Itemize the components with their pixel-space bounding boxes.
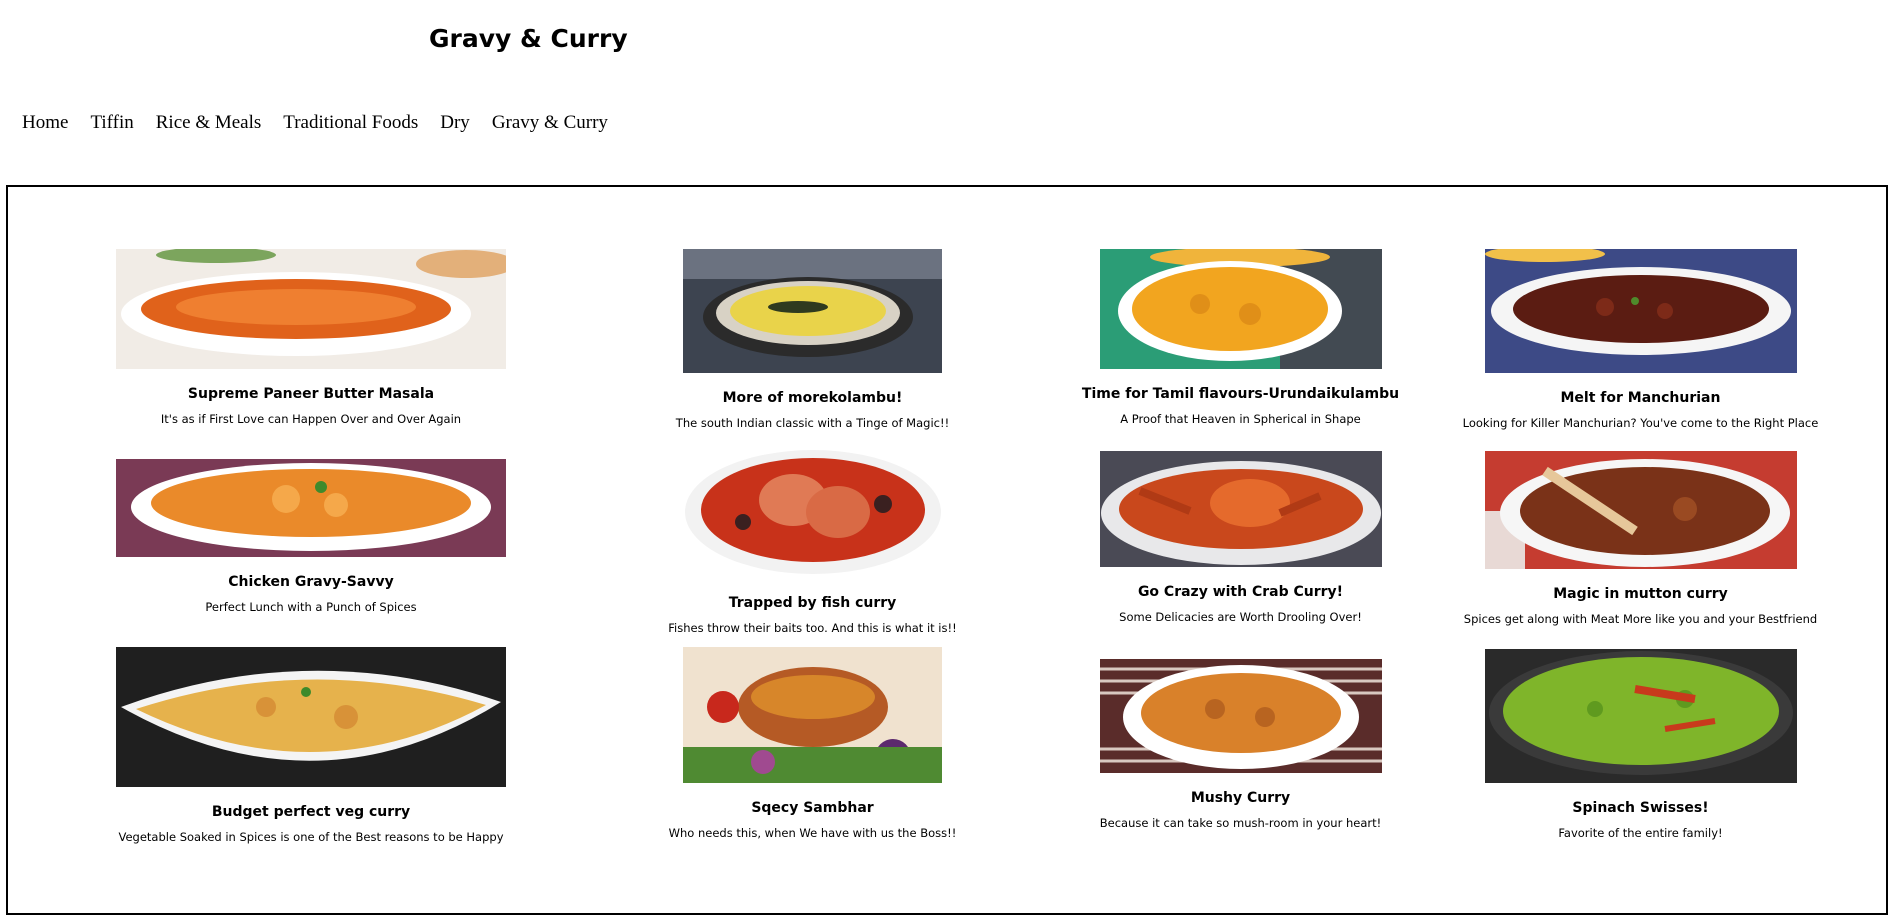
dish-photo: [1484, 249, 1797, 373]
dish-card[interactable]: Mushy Curry Because it can take so mush-…: [1053, 659, 1428, 830]
dish-description: Looking for Killer Manchurian? You've co…: [1462, 416, 1819, 430]
dish-description: Perfect Lunch with a Punch of Spices: [205, 600, 417, 614]
dish-description: Because it can take so mush-room in your…: [1099, 816, 1382, 830]
dish-photo: [1099, 451, 1382, 567]
dish-card[interactable]: Go Crazy with Crab Curry! Some Delicacie…: [1053, 451, 1428, 624]
dish-photo: [683, 442, 942, 578]
dish-photo: [683, 249, 942, 373]
dish-description: Who needs this, when We have with us the…: [668, 826, 957, 840]
main-nav: Home Tiffin Rice & Meals Traditional Foo…: [22, 112, 630, 134]
dish-card[interactable]: Sqecy Sambhar Who needs this, when We ha…: [640, 647, 985, 840]
dish-description: The south Indian classic with a Tinge of…: [675, 416, 950, 430]
dish-title: Mushy Curry: [1190, 790, 1291, 806]
dish-description: It's as if First Love can Happen Over an…: [160, 412, 462, 426]
dish-photo: [1484, 451, 1797, 569]
dish-card[interactable]: Time for Tamil flavours-Urundaikulambu A…: [1053, 249, 1428, 426]
dish-title: Budget perfect veg curry: [211, 804, 411, 820]
dish-title: Magic in mutton curry: [1553, 586, 1728, 602]
dish-photo: [683, 647, 942, 783]
dish-description: Spices get along with Meat More like you…: [1463, 612, 1818, 626]
dish-photo: [116, 249, 506, 369]
nav-rice-meals[interactable]: Rice & Meals: [156, 112, 262, 134]
nav-dry[interactable]: Dry: [440, 112, 470, 134]
dish-photo: [116, 459, 506, 557]
nav-traditional-foods[interactable]: Traditional Foods: [283, 112, 418, 134]
dish-photo: [1099, 249, 1382, 369]
dish-photo: [1484, 649, 1797, 783]
dish-description: A Proof that Heaven in Spherical in Shap…: [1120, 412, 1361, 426]
dish-title: Supreme Paneer Butter Masala: [187, 386, 435, 402]
dish-title: More of morekolambu!: [722, 390, 903, 406]
dish-card[interactable]: Chicken Gravy-Savvy Perfect Lunch with a…: [116, 459, 506, 614]
dish-card[interactable]: Spinach Swisses! Favorite of the entire …: [1448, 649, 1833, 840]
dish-card[interactable]: Supreme Paneer Butter Masala It's as if …: [116, 249, 506, 426]
dish-card[interactable]: Melt for Manchurian Looking for Killer M…: [1448, 249, 1833, 430]
dish-photo: [1099, 659, 1382, 773]
dish-description: Vegetable Soaked in Spices is one of the…: [118, 830, 504, 844]
dish-title: Trapped by fish curry: [728, 595, 897, 611]
nav-home[interactable]: Home: [22, 112, 68, 134]
dish-card[interactable]: More of morekolambu! The south Indian cl…: [640, 249, 985, 430]
dish-card[interactable]: Trapped by fish curry Fishes throw their…: [640, 442, 985, 635]
site-title: Gravy & Curry: [429, 24, 628, 53]
dish-description: Fishes throw their baits too. And this i…: [668, 621, 957, 635]
dish-title: Time for Tamil flavours-Urundaikulambu: [1081, 386, 1400, 402]
dish-card[interactable]: Budget perfect veg curry Vegetable Soake…: [116, 647, 506, 844]
dish-title: Chicken Gravy-Savvy: [228, 574, 394, 590]
dish-description: Favorite of the entire family!: [1558, 826, 1723, 840]
dish-title: Spinach Swisses!: [1572, 800, 1709, 816]
nav-tiffin[interactable]: Tiffin: [90, 112, 133, 134]
dish-card[interactable]: Magic in mutton curry Spices get along w…: [1448, 451, 1833, 626]
dish-description: Some Delicacies are Worth Drooling Over!: [1119, 610, 1362, 624]
dish-photo: [116, 647, 506, 787]
dish-title: Sqecy Sambhar: [751, 800, 874, 816]
dish-title: Go Crazy with Crab Curry!: [1137, 584, 1344, 600]
nav-gravy-curry[interactable]: Gravy & Curry: [492, 112, 608, 134]
dish-title: Melt for Manchurian: [1560, 390, 1721, 406]
dish-gallery: Supreme Paneer Butter Masala It's as if …: [6, 185, 1888, 915]
